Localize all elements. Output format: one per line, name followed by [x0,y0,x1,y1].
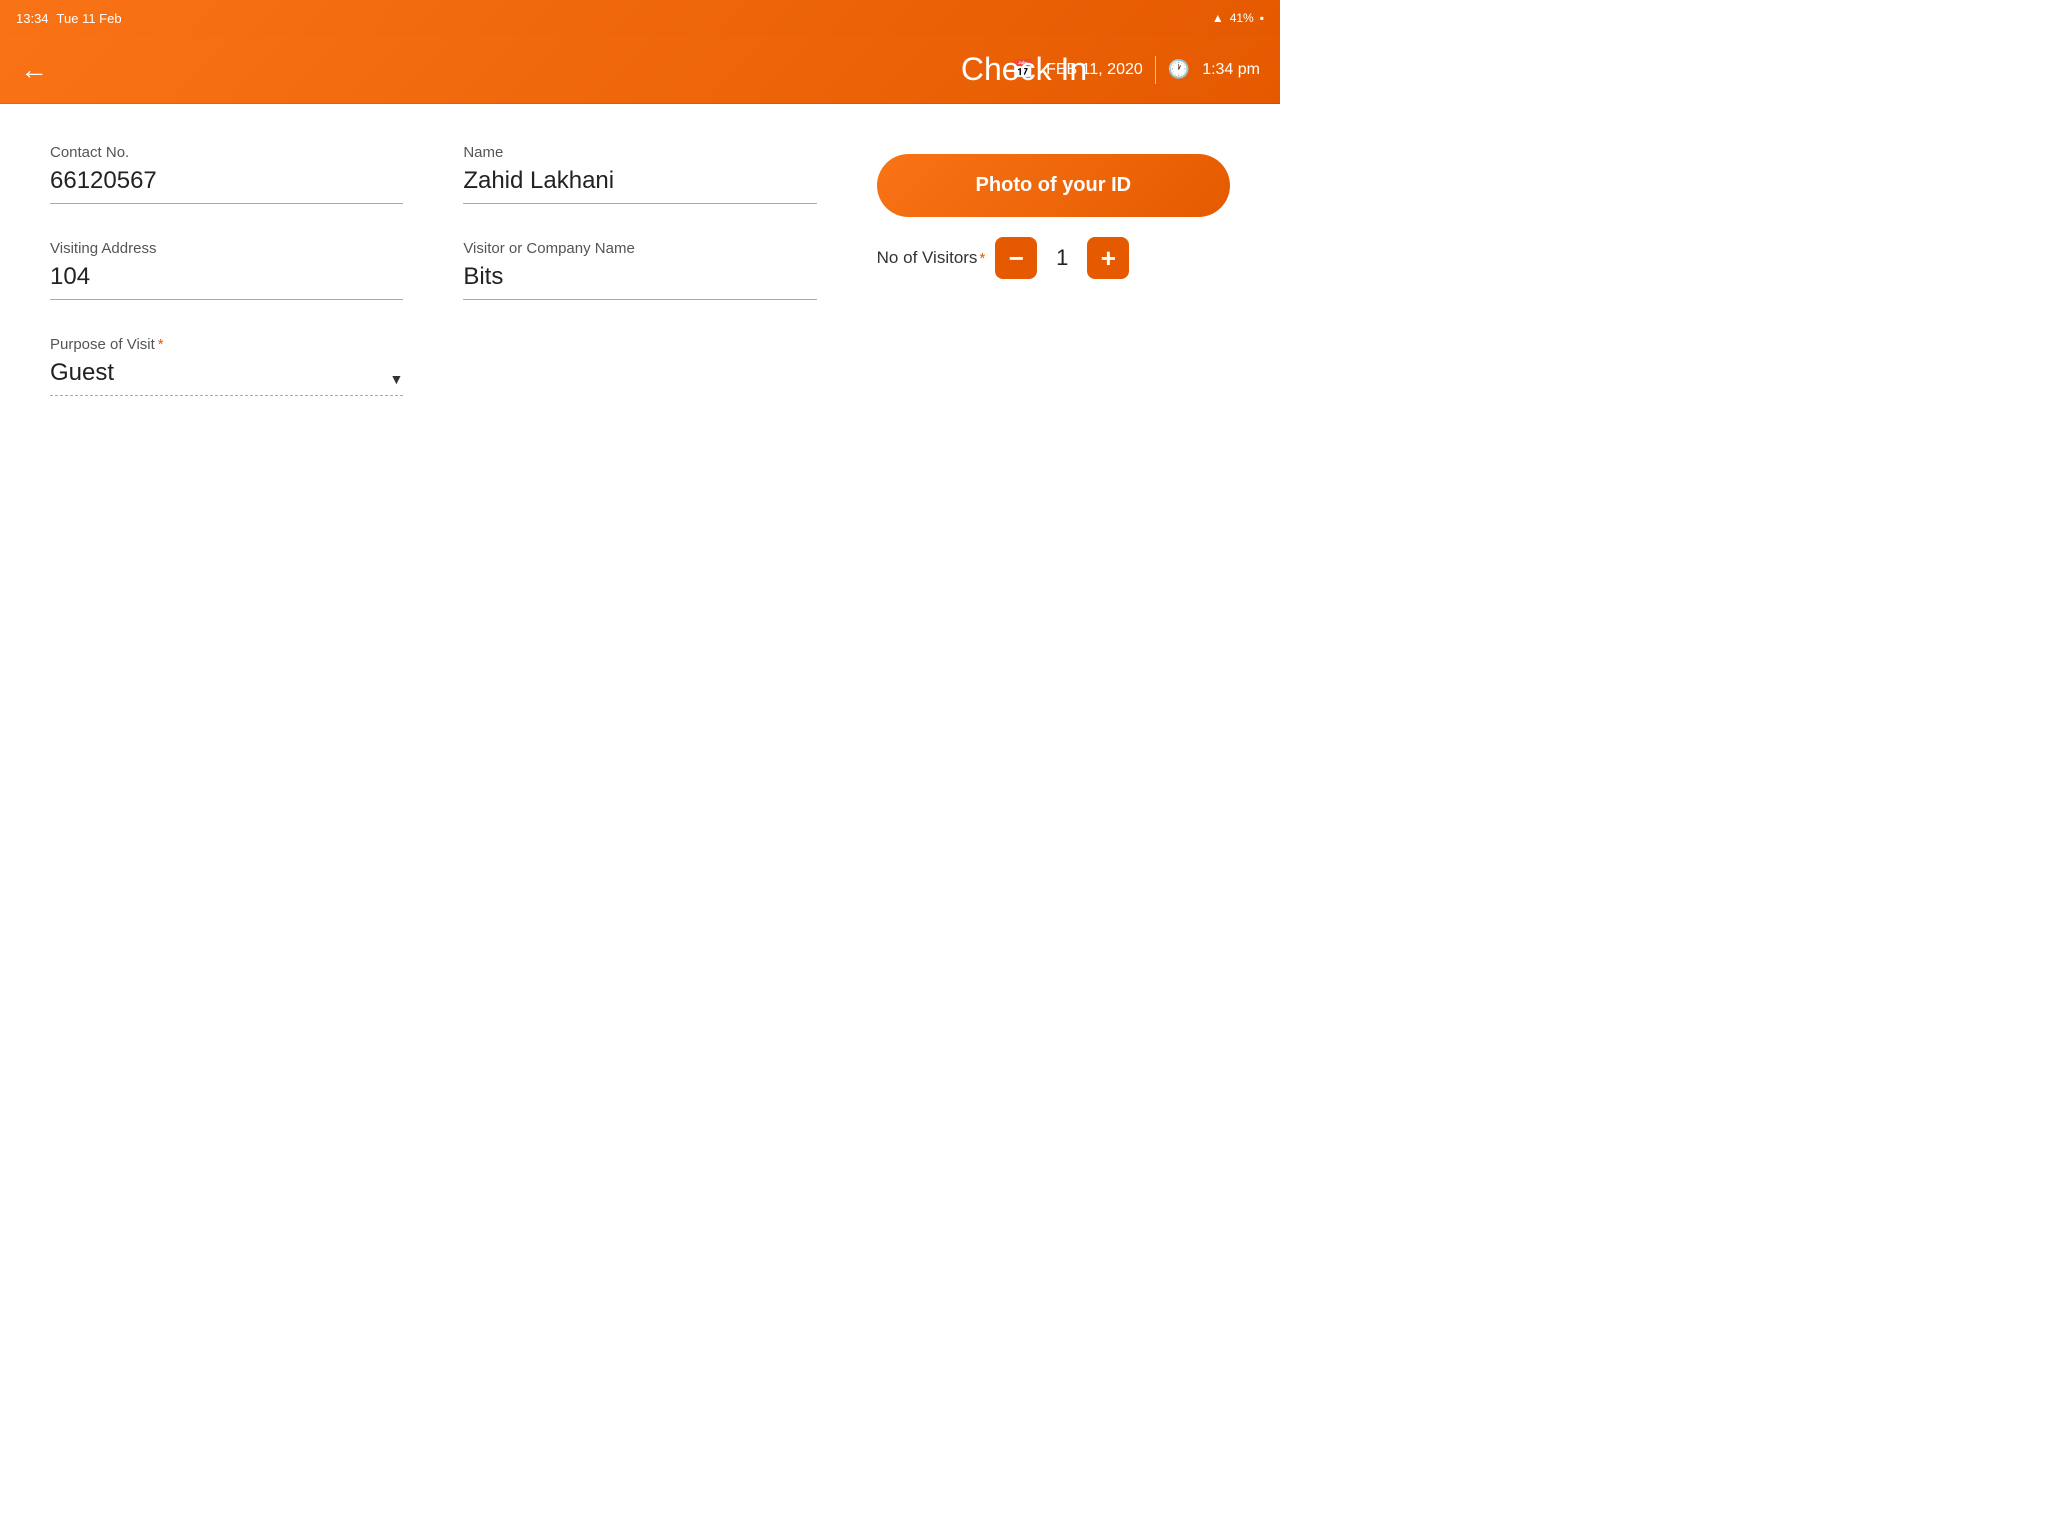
visiting-address-label: Visiting Address [50,240,403,257]
contact-no-group: Contact No. 66120567 [50,144,403,204]
app-header: ← Check In 📅 FEB 11, 2020 🕐 1:34 pm [0,36,1280,104]
form-grid: Contact No. 66120567 Visiting Address 10… [50,144,1230,432]
name-value: Zahid Lakhani [463,167,816,204]
no-of-visitors-row: No of Visitors* − 1 + [877,237,1230,279]
company-name-group: Visitor or Company Name Bits [463,240,816,300]
no-of-visitors-label: No of Visitors* [877,248,986,268]
purpose-of-visit-value: Guest [50,359,114,387]
battery-status: 41% [1230,11,1254,25]
page-title: Check In [961,51,1087,88]
visitors-count: 1 [1047,245,1077,271]
contact-no-value: 66120567 [50,167,403,204]
purpose-required-star: * [158,336,164,353]
dropdown-arrow-icon: ▼ [389,371,403,387]
status-bar: 13:34 Tue 11 Feb ▲ 41% ▪ [0,0,1280,36]
increment-visitors-button[interactable]: + [1087,237,1129,279]
header-divider [1155,56,1156,84]
clock-icon: 🕐 [1168,59,1190,80]
decrement-visitors-button[interactable]: − [995,237,1037,279]
photo-id-button[interactable]: Photo of your ID [877,154,1230,217]
visiting-address-value: 104 [50,263,403,300]
visiting-address-group: Visiting Address 104 [50,240,403,300]
battery-icon: ▪ [1260,11,1264,25]
company-name-label: Visitor or Company Name [463,240,816,257]
name-group: Name Zahid Lakhani [463,144,816,204]
purpose-of-visit-dropdown[interactable]: Guest ▼ [50,359,403,396]
status-time: 13:34 [16,11,49,26]
purpose-of-visit-label: Purpose of Visit * [50,336,403,353]
photo-id-container: Photo of your ID [877,144,1230,217]
main-content: Contact No. 66120567 Visiting Address 10… [0,104,1280,462]
header-time: 1:34 pm [1202,61,1260,79]
column-2: Name Zahid Lakhani Visitor or Company Na… [463,144,816,432]
name-label: Name [463,144,816,161]
company-name-value: Bits [463,263,816,300]
wifi-icon: ▲ [1212,11,1224,25]
contact-no-label: Contact No. [50,144,403,161]
back-button[interactable]: ← [20,56,48,84]
column-1: Contact No. 66120567 Visiting Address 10… [50,144,403,432]
purpose-of-visit-group: Purpose of Visit * Guest ▼ [50,336,403,396]
status-day: Tue 11 Feb [57,11,122,26]
column-3: Photo of your ID No of Visitors* − 1 + [877,144,1230,432]
